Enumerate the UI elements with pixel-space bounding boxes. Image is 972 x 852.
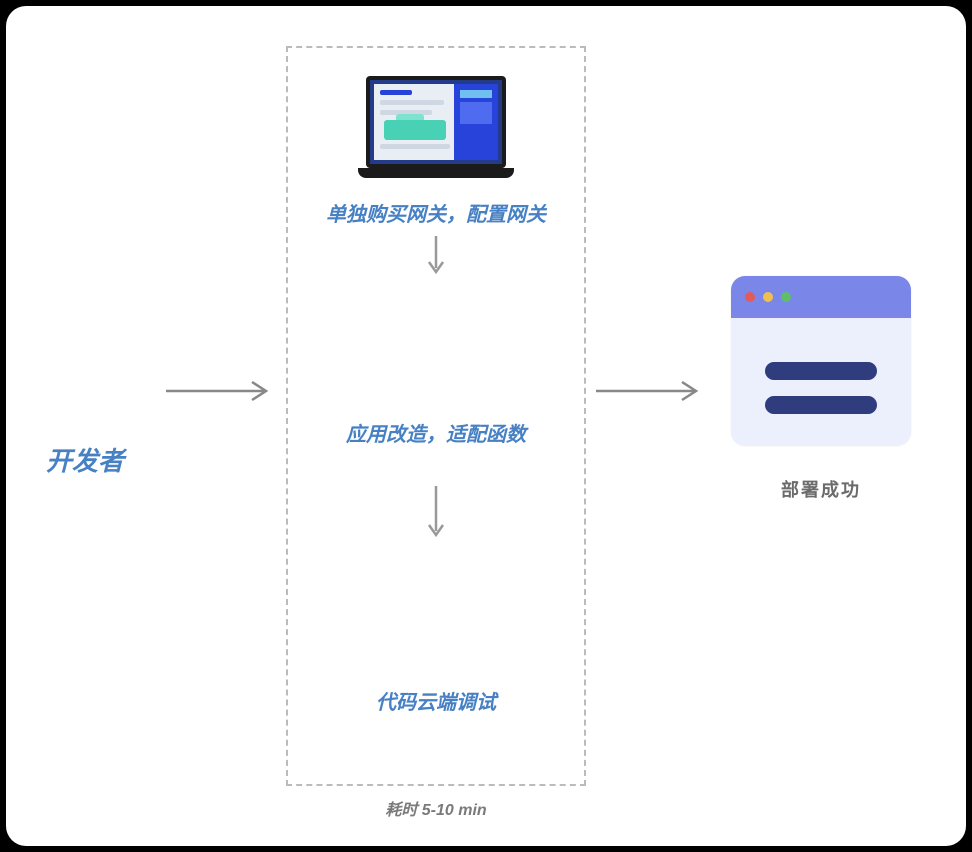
step-1-label: 单独购买网关，配置网关 — [286, 198, 586, 227]
step-3-label: 代码云端调试 — [286, 686, 586, 715]
arrow-right-icon — [596, 376, 706, 406]
diagram-card: 开发者 耗时 5-10 min 单独购买网关，配置网关 应用改造，适配函数 — [6, 6, 966, 846]
arrow-down-icon — [426, 486, 446, 541]
arrow-down-icon — [426, 236, 446, 278]
step-2-label: 应用改造，适配函数 — [286, 418, 586, 447]
developer-label: 开发者 — [46, 441, 124, 478]
traffic-light-yellow-icon — [763, 292, 773, 302]
success-label: 部署成功 — [731, 476, 911, 502]
traffic-light-red-icon — [745, 292, 755, 302]
laptop-icon — [356, 76, 516, 178]
arrow-right-icon — [166, 376, 276, 406]
browser-window-icon — [731, 276, 911, 446]
traffic-light-green-icon — [781, 292, 791, 302]
time-label: 耗时 5-10 min — [286, 796, 586, 820]
